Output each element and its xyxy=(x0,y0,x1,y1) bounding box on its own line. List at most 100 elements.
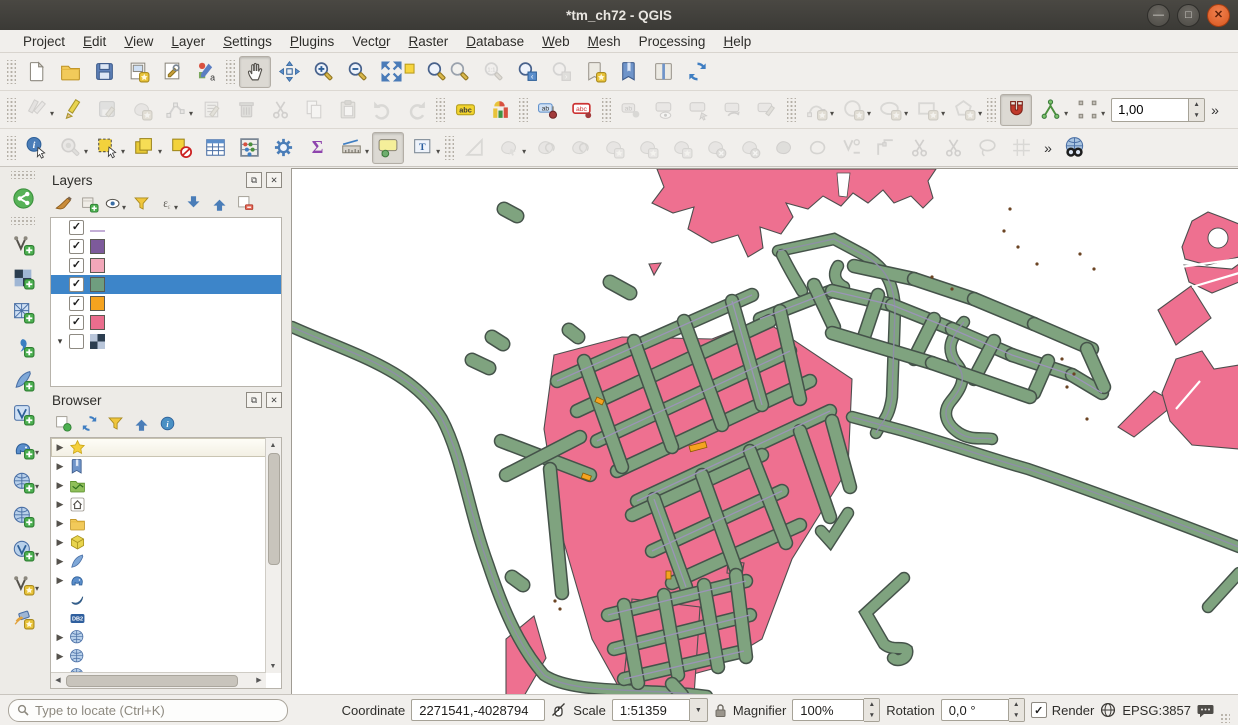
magnifier-value[interactable]: 100% xyxy=(792,699,864,721)
add-wfs-layer-dropdown-icon[interactable]: ▾ xyxy=(35,550,39,559)
menu-web[interactable]: Web xyxy=(533,32,579,51)
render-checkbox[interactable]: ✓ Render xyxy=(1031,702,1095,718)
toolbar-handle[interactable] xyxy=(7,136,16,160)
browser-item-project-home[interactable]: ▶ xyxy=(51,476,281,495)
add-wfs-layer-button[interactable]: ▾ xyxy=(6,533,40,567)
spin-down-icon[interactable]: ▼ xyxy=(1189,110,1204,121)
refresh-browser-button[interactable] xyxy=(76,411,102,435)
close-button[interactable]: ✕ xyxy=(1207,4,1230,27)
new-shapefile-layer-dropdown-icon[interactable]: ▾ xyxy=(35,584,39,593)
vertical-scrollbar[interactable]: ▲▼ xyxy=(265,438,281,673)
tree-expander-icon[interactable]: ▶ xyxy=(53,461,67,472)
menu-database[interactable]: Database xyxy=(457,32,533,51)
new-spatial-bookmark-button[interactable] xyxy=(579,56,611,88)
add-spatialite-layer-button[interactable] xyxy=(6,363,40,397)
expand-all-button[interactable] xyxy=(180,191,206,215)
show-pinned-labels-button[interactable]: ab xyxy=(532,94,564,126)
tree-expander-icon[interactable]: ▶ xyxy=(53,575,67,586)
toolbar-handle[interactable] xyxy=(436,98,445,122)
topological-editing-button[interactable] xyxy=(1034,94,1066,126)
collapse-all-button[interactable] xyxy=(128,411,154,435)
show-spatial-bookmarks-button[interactable] xyxy=(613,56,645,88)
filter-legend-button[interactable] xyxy=(128,191,154,215)
menu-mesh[interactable]: Mesh xyxy=(579,32,630,51)
menu-settings[interactable]: Settings xyxy=(214,32,281,51)
pan-map-button[interactable] xyxy=(239,56,271,88)
scroll-right-icon[interactable]: ▶ xyxy=(252,673,266,687)
locate-search-input[interactable]: Type to locate (Ctrl+K) xyxy=(8,699,288,722)
open-attribute-table-button[interactable] xyxy=(199,132,231,164)
data-source-manager-button[interactable] xyxy=(6,181,40,215)
add-wcs-layer-button[interactable] xyxy=(6,499,40,533)
new-project-button[interactable] xyxy=(20,56,52,88)
toolbar-handle[interactable] xyxy=(7,60,16,84)
add-mesh-layer-button[interactable] xyxy=(6,295,40,329)
menu-help[interactable]: Help xyxy=(714,32,760,51)
select-by-value-button[interactable] xyxy=(128,132,160,164)
minimize-button[interactable]: — xyxy=(1147,4,1170,27)
menu-raster[interactable]: Raster xyxy=(400,32,458,51)
rotation-value[interactable]: 0,0 ° xyxy=(941,699,1009,721)
crs-globe-icon[interactable] xyxy=(1100,702,1116,718)
browser-item-home[interactable]: ▶ xyxy=(51,495,281,514)
spin-up-icon[interactable]: ▲ xyxy=(1189,99,1204,110)
horizontal-scrollbar[interactable]: ◀▶ xyxy=(51,672,266,688)
show-layout-manager-button[interactable] xyxy=(156,56,188,88)
new-shapefile-layer-button[interactable]: ▾ xyxy=(6,567,40,601)
toolbar-handle[interactable] xyxy=(987,98,996,122)
tree-expander-icon[interactable]: ▶ xyxy=(53,518,67,529)
add-virtual-layer-button[interactable] xyxy=(6,397,40,431)
remove-layer-button[interactable] xyxy=(232,191,258,215)
zoom-last-button[interactable]: ‹ xyxy=(511,56,543,88)
browser-item-mssql[interactable] xyxy=(51,590,281,609)
browser-item-db2[interactable]: DB2 xyxy=(51,609,281,628)
collapse-all-button[interactable] xyxy=(206,191,232,215)
menu-view[interactable]: View xyxy=(115,32,162,51)
style-manager-button[interactable]: a xyxy=(190,56,222,88)
tree-expander-icon[interactable]: ▶ xyxy=(53,632,67,643)
toolbar-handle[interactable] xyxy=(11,217,35,225)
layer-item-restaurants_34S[interactable]: ✓ xyxy=(51,256,281,275)
new-print-layout-button[interactable] xyxy=(122,56,154,88)
layer-checkbox[interactable]: ✓ xyxy=(69,315,84,330)
browser-item-spatialite[interactable]: ▶ xyxy=(51,552,281,571)
layer-checkbox[interactable]: ✓ xyxy=(69,239,84,254)
browser-item-favorites[interactable]: ▶ xyxy=(51,438,281,457)
zoom-in-button[interactable] xyxy=(307,56,339,88)
menu-layer[interactable]: Layer xyxy=(162,32,214,51)
scale-value[interactable]: 1:51359 xyxy=(612,699,690,721)
browser-item-spatial-bookmarks[interactable]: ▶ xyxy=(51,457,281,476)
toolbar-handle[interactable] xyxy=(787,98,796,122)
add-postgis-layer-dropdown-icon[interactable]: ▾ xyxy=(35,448,39,457)
browser-item-postgis[interactable]: ▶ xyxy=(51,571,281,590)
coordinate-input[interactable]: 2271541,-4028794 xyxy=(411,699,545,721)
menu-project[interactable]: Project xyxy=(14,32,74,51)
toolbar-overflow-button[interactable]: » xyxy=(1038,140,1058,156)
browser-item-wms-wmts[interactable]: ▶ xyxy=(51,628,281,647)
browser-item-geopackage[interactable]: ▶ xyxy=(51,533,281,552)
layer-item-buildings_34S[interactable]: ✓ xyxy=(51,294,281,313)
crs-status[interactable]: EPSG:3857 xyxy=(1122,703,1191,718)
show-bookmark-manager-button[interactable] xyxy=(647,56,679,88)
tree-expander-icon[interactable]: ▶ xyxy=(53,537,67,548)
tree-expander-icon[interactable]: ▶ xyxy=(53,556,67,567)
add-postgis-layer-button[interactable]: ▾ xyxy=(6,431,40,465)
tree-expander-icon[interactable]: ▶ xyxy=(53,480,67,491)
select-features-button[interactable] xyxy=(91,132,123,164)
tracing-offset-spinbox[interactable]: 1,00▲▼ xyxy=(1111,98,1205,122)
menu-processing[interactable]: Processing xyxy=(630,32,715,51)
filter-by-expression-button[interactable]: εε▾ xyxy=(154,191,180,215)
field-calculator-button[interactable] xyxy=(233,132,265,164)
add-wms-layer-button[interactable]: ▾ xyxy=(6,465,40,499)
resize-grip[interactable] xyxy=(1220,713,1230,723)
layer-item-schools_34S[interactable]: ✓ xyxy=(51,237,281,256)
enable-tracing-button[interactable] xyxy=(1071,94,1103,126)
magnifier-spinbox[interactable]: 100% ▲▼ xyxy=(792,698,880,722)
manage-map-themes-button[interactable]: ▾ xyxy=(102,191,128,215)
deselect-all-button[interactable] xyxy=(165,132,197,164)
tree-expander-icon[interactable]: ▶ xyxy=(53,651,67,662)
open-layer-styling-button[interactable] xyxy=(50,191,76,215)
toolbar-handle[interactable] xyxy=(602,98,611,122)
toolbar-handle[interactable] xyxy=(226,60,235,84)
layer-item-roads_34S[interactable]: ✓ xyxy=(51,218,281,237)
